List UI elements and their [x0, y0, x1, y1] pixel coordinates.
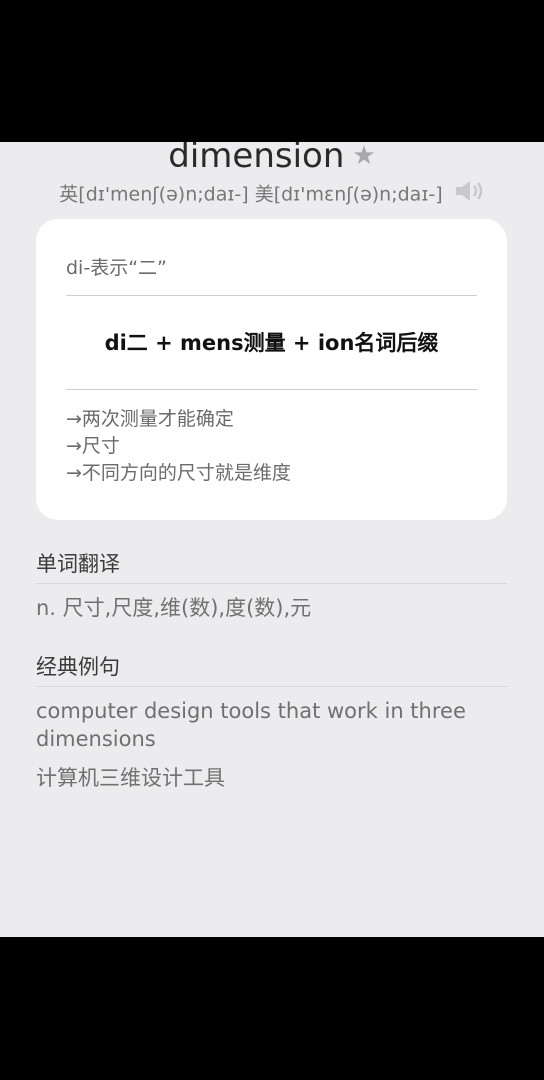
word-formula: di二 + mens测量 + ion名词后缀: [104, 331, 439, 355]
section-divider: [36, 583, 507, 584]
star-icon[interactable]: ★: [352, 142, 375, 171]
meaning-line: →不同方向的尺寸就是维度: [66, 462, 291, 484]
meaning-line: →尺寸: [66, 435, 120, 457]
word-header: dimension ★: [0, 142, 544, 181]
meaning-list: →两次测量才能确定 →尺寸 →不同方向的尺寸就是维度: [66, 406, 291, 487]
example-sentence-en: computer design tools that work in three…: [36, 699, 466, 751]
word-detail-screen: dimension ★ 英[dɪ'menʃ(ə)n;daɪ-] 美[dɪ'mɛnʃ…: [0, 142, 544, 937]
translation-heading: 单词翻译: [36, 552, 120, 576]
section-divider: [36, 686, 507, 687]
translation-text: n. 尺寸,尺度,维(数),度(数),元: [36, 596, 312, 620]
examples-heading: 经典例句: [36, 655, 120, 679]
speaker-icon[interactable]: [455, 180, 485, 210]
phonetic-row: 英[dɪ'menʃ(ə)n;daɪ-] 美[dɪ'mɛnʃ(ə)n;daɪ-]: [0, 180, 544, 210]
card-divider: [66, 389, 477, 390]
root-explanation: di-表示“二”: [66, 257, 167, 279]
meaning-line: →两次测量才能确定: [66, 408, 234, 430]
phonetic-text: 英[dɪ'menʃ(ə)n;daɪ-] 美[dɪ'mɛnʃ(ə)n;daɪ-]: [59, 183, 443, 206]
mnemonic-card: di-表示“二” di二 + mens测量 + ion名词后缀 →两次测量才能确…: [36, 219, 507, 520]
word-title: dimension: [168, 142, 345, 176]
card-divider: [66, 295, 477, 296]
example-sentence-zh: 计算机三维设计工具: [36, 766, 225, 790]
